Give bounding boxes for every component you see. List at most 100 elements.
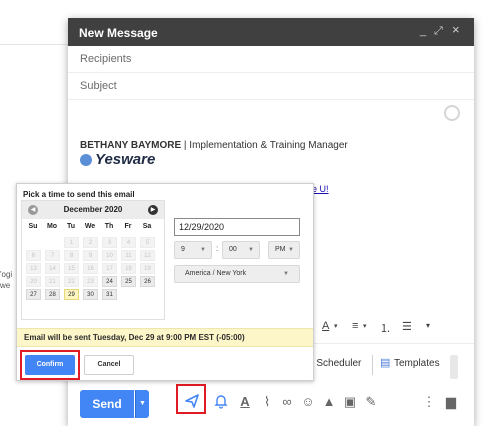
send-time-notice: Email will be sent Tuesday, Dec 29 at 9:… bbox=[17, 328, 313, 347]
format-text-icon[interactable]: A bbox=[236, 393, 254, 411]
calendar-month: December 2020 bbox=[63, 205, 123, 214]
calendar-day: 7 bbox=[45, 250, 60, 261]
ampm-select[interactable]: PM ▼ bbox=[268, 241, 300, 259]
attach-icon[interactable]: ⌇ bbox=[258, 393, 276, 411]
calendar-day: 4 bbox=[121, 237, 136, 248]
calendar-day[interactable]: 24 bbox=[102, 276, 117, 287]
more-formatting-icon[interactable]: ▾ bbox=[426, 321, 430, 330]
calendar-day bbox=[140, 289, 155, 300]
background-divider bbox=[0, 44, 68, 45]
calendar-day: 1 bbox=[64, 237, 79, 248]
timezone-select[interactable]: America / New York ▼ bbox=[174, 265, 300, 283]
compose-title: New Message bbox=[79, 26, 158, 40]
extension-scrollbar[interactable] bbox=[450, 355, 458, 379]
calendar-day: 19 bbox=[140, 263, 155, 274]
weekday-label: We bbox=[84, 223, 96, 230]
more-options-icon[interactable]: ⋮ bbox=[420, 393, 438, 411]
signature-name: BETHANY BAYMORE bbox=[80, 140, 182, 151]
schedule-popup: Pick a time to send this email ◀ Decembe… bbox=[16, 183, 314, 381]
chevron-down-icon: ▼ bbox=[283, 271, 289, 277]
emoji-icon[interactable]: ☺ bbox=[299, 393, 317, 411]
schedule-send-icon[interactable] bbox=[183, 392, 201, 410]
background-text-fragment: we bbox=[0, 281, 11, 290]
calendar-day: 14 bbox=[45, 263, 60, 274]
confirm-button[interactable]: Confirm bbox=[25, 355, 75, 375]
calendar-day: 23 bbox=[83, 276, 98, 287]
align-icon[interactable]: ≡ bbox=[352, 320, 358, 332]
compose-header: New Message _ ⤢ × bbox=[68, 18, 474, 46]
minimize-icon[interactable]: _ bbox=[420, 24, 426, 38]
calendar-header: ◀ December 2020 ▶ bbox=[22, 201, 164, 219]
send-button[interactable]: Send bbox=[80, 390, 134, 418]
timezone-value: America / New York bbox=[185, 270, 247, 277]
calendar-day bbox=[26, 237, 41, 248]
expand-icon[interactable]: ⤢ bbox=[434, 24, 443, 38]
weekday-label: Fr bbox=[124, 223, 132, 230]
calendar-day[interactable]: 28 bbox=[45, 289, 60, 300]
text-color-dropdown-icon[interactable]: ▾ bbox=[334, 322, 338, 330]
cancel-button[interactable]: Cancel bbox=[84, 355, 134, 375]
calendar-day: 22 bbox=[64, 276, 79, 287]
subject-placeholder: Subject bbox=[80, 80, 117, 92]
photo-icon[interactable]: ▣ bbox=[341, 393, 359, 411]
weekday-label: Mo bbox=[46, 223, 58, 230]
calendar-day: 8 bbox=[64, 250, 79, 261]
weekday-label: Th bbox=[104, 223, 114, 230]
calendar-day: 5 bbox=[140, 237, 155, 248]
date-input[interactable]: 12/29/2020 bbox=[174, 218, 300, 236]
hour-value: 9 bbox=[181, 246, 185, 253]
calendar-day bbox=[45, 237, 60, 248]
minute-select[interactable]: 00 ▼ bbox=[222, 241, 260, 259]
yesware-logo-text: Yesware bbox=[95, 151, 156, 168]
extension-divider bbox=[372, 355, 373, 375]
recipients-placeholder: Recipients bbox=[80, 53, 132, 65]
close-icon[interactable]: × bbox=[452, 23, 460, 37]
calendar-day: 9 bbox=[83, 250, 98, 261]
calendar-day[interactable]: 29 bbox=[64, 289, 79, 300]
calendar-day: 10 bbox=[102, 250, 117, 261]
trash-icon[interactable]: ▆ bbox=[442, 393, 460, 411]
text-color-icon[interactable]: A bbox=[322, 320, 329, 332]
signature-role: Implementation & Training Manager bbox=[189, 140, 348, 151]
yesware-logo-mark-icon bbox=[80, 154, 92, 166]
align-dropdown-icon[interactable]: ▾ bbox=[363, 322, 367, 330]
signature-line: BETHANY BAYMORE | Implementation & Train… bbox=[80, 140, 348, 151]
previous-month-icon[interactable]: ◀ bbox=[28, 205, 38, 215]
hour-select[interactable]: 9 ▼ bbox=[174, 241, 212, 259]
bulleted-list-icon[interactable]: ☰ bbox=[402, 320, 412, 333]
link-icon[interactable]: ∞ bbox=[278, 393, 296, 411]
chevron-down-icon: ▼ bbox=[288, 247, 294, 253]
templates-icon[interactable]: ▤ bbox=[380, 356, 390, 369]
calendar-day[interactable]: 31 bbox=[102, 289, 117, 300]
signature-link[interactable]: e U! bbox=[312, 184, 329, 194]
subject-field[interactable]: Subject bbox=[68, 73, 474, 100]
calendar-day: 17 bbox=[102, 263, 117, 274]
reminder-bell-icon[interactable] bbox=[212, 392, 230, 410]
send-options-button[interactable]: ▼ bbox=[135, 390, 149, 418]
numbered-list-icon[interactable]: ⒈ bbox=[380, 320, 391, 336]
chevron-down-icon: ▼ bbox=[200, 247, 206, 253]
next-month-icon[interactable]: ▶ bbox=[148, 205, 158, 215]
calendar-day: 15 bbox=[64, 263, 79, 274]
calendar-day: 11 bbox=[121, 250, 136, 261]
templates-label[interactable]: Templates bbox=[394, 358, 440, 369]
calendar-day[interactable]: 27 bbox=[26, 289, 41, 300]
calendar-day: 20 bbox=[26, 276, 41, 287]
scheduler-extension-label[interactable]: g Scheduler bbox=[308, 358, 361, 369]
calendar-day: 21 bbox=[45, 276, 60, 287]
calendar-day[interactable]: 25 bbox=[121, 276, 136, 287]
calendar-day[interactable]: 30 bbox=[83, 289, 98, 300]
drive-icon[interactable]: ▲ bbox=[320, 393, 338, 411]
formatting-toolbar: A ▾ ≡ ▾ ⒈ ☰ ▾ bbox=[318, 317, 474, 339]
loading-spinner-icon bbox=[444, 105, 460, 121]
screen: 'ogi we New Message _ ⤢ × Recipients Sub… bbox=[0, 0, 486, 426]
time-separator: : bbox=[216, 244, 219, 253]
calendar-day bbox=[121, 289, 136, 300]
minute-value: 00 bbox=[229, 246, 237, 253]
calendar-day: 12 bbox=[140, 250, 155, 261]
calendar-day: 2 bbox=[83, 237, 98, 248]
calendar-day[interactable]: 26 bbox=[140, 276, 155, 287]
recipients-field[interactable]: Recipients bbox=[68, 46, 474, 73]
calendar-day: 18 bbox=[121, 263, 136, 274]
signature-icon[interactable]: ✎ bbox=[362, 393, 380, 411]
